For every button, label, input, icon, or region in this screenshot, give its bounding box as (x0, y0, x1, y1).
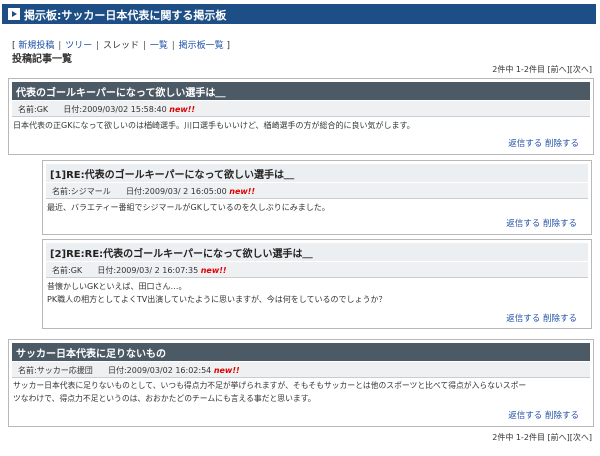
reply-body: 昔懐かしいGKといえば、田口さん…。 PK職人の相方としてよくTV出演していたよ… (47, 280, 585, 306)
new-badge: new!! (169, 105, 196, 114)
reply-body-line: 昔懐かしいGKといえば、田口さん…。 (47, 282, 187, 291)
new-badge: new!! (229, 187, 256, 196)
reply-date: 2009/03/ 2 16:05:00 (144, 187, 227, 196)
menu-list-link[interactable]: 一覧 (150, 41, 168, 51)
new-badge: new!! (200, 266, 227, 275)
name-label: 名前: (18, 105, 37, 114)
post-body-line: サッカー日本代表に足りないものとして、いつも得点力不足が挙げられますが、そもそも… (13, 381, 527, 390)
name-label: 名前: (52, 266, 71, 275)
delete-link[interactable]: 削除する (545, 139, 579, 149)
play-icon (8, 8, 20, 20)
reply-link[interactable]: 返信する (506, 219, 540, 229)
pager-next-link[interactable]: [次へ] (570, 65, 592, 74)
menu-separator: | (96, 41, 100, 51)
menu-bracket-close: ] (226, 41, 231, 51)
reply-card: [2]RE:RE:代表のゴールキーパーになって欲しい選手は＿ 名前:GK 日付:… (42, 239, 592, 329)
reply-author: GK (70, 266, 83, 275)
reply-author: シジマール (70, 187, 111, 196)
post-title-bar: 代表のゴールキーパーになって欲しい選手は＿ (12, 82, 590, 100)
post-title: 代表のゴールキーパーになって欲しい選手は＿ (16, 88, 226, 99)
reply-title-bar: [2]RE:RE:代表のゴールキーパーになって欲しい選手は＿ (46, 243, 588, 261)
new-badge: new!! (213, 366, 240, 375)
reply-body-line: PK職人の相方としてよくTV出演していたように思いますが、今は何をしているのでし… (47, 295, 387, 304)
pager-prev-link[interactable]: [前へ] (548, 65, 570, 74)
reply-meta: 名前:シジマール 日付:2009/03/ 2 16:05:00 new!! (46, 183, 588, 199)
post-title: サッカー日本代表に足りないもの (16, 349, 166, 360)
board-title-bar: 掲示板:サッカー日本代表に関する掲示板 (2, 4, 596, 24)
post-body-line: ツなわけで、得点力不足というのは、おおかたどのチームにも言える事だと思います。 (13, 394, 316, 403)
reply-card: [1]RE:代表のゴールキーパーになって欲しい選手は＿ 名前:シジマール 日付:… (42, 160, 592, 235)
post-body-line: 日本代表の正GKになって欲しいのは楢崎選手。川口選手もいいけど、楢崎選手の方が総… (13, 121, 415, 130)
post-author: サッカー応援団 (36, 366, 93, 375)
reply-body-line: 最近、バラエティー番組でシジマールがGKしているのを久しぶりにみました。 (47, 203, 330, 212)
reply-title-bar: [1]RE:代表のゴールキーパーになって欲しい選手は＿ (46, 164, 588, 182)
date-label: 日付: (97, 266, 117, 275)
date-label: 日付: (63, 105, 83, 114)
reply-link[interactable]: 返信する (508, 139, 542, 149)
post-actions: 返信する 削除する (508, 409, 579, 421)
reply-link[interactable]: 返信する (506, 314, 540, 324)
menu-separator: | (142, 41, 146, 51)
post-card: 代表のゴールキーパーになって欲しい選手は＿ 名前:GK 日付:2009/03/0… (8, 78, 594, 155)
date-label: 日付: (107, 366, 127, 375)
reply-actions: 返信する 削除する (506, 312, 577, 324)
delete-link[interactable]: 削除する (545, 411, 579, 421)
pager-next-link[interactable]: [次へ] (570, 433, 592, 442)
menu-separator: | (171, 41, 175, 51)
post-meta: 名前:サッカー応援団 日付:2009/03/02 16:02:54 new!! (12, 362, 590, 378)
delete-link[interactable]: 削除する (543, 219, 577, 229)
section-title: 投稿記事一覧 (12, 54, 72, 65)
reply-meta: 名前:GK 日付:2009/03/ 2 16:07:35 new!! (46, 262, 588, 278)
post-body: 日本代表の正GKになって欲しいのは楢崎選手。川口選手もいいけど、楢崎選手の方が総… (13, 119, 587, 132)
post-actions: 返信する 削除する (508, 137, 579, 149)
reply-body: 最近、バラエティー番組でシジマールがGKしているのを久しぶりにみました。 (47, 201, 585, 214)
pager-bottom: 2件中 1-2件目 [前へ][次へ] (492, 432, 592, 443)
board-title: 掲示板:サッカー日本代表に関する掲示板 (24, 9, 227, 22)
reply-title: [2]RE:RE:代表のゴールキーパーになって欲しい選手は＿ (50, 249, 313, 260)
delete-link[interactable]: 削除する (543, 314, 577, 324)
pager-status: 2件中 1-2件目 (492, 433, 545, 442)
pager-status: 2件中 1-2件目 (492, 65, 545, 74)
date-label: 日付: (125, 187, 145, 196)
post-author: GK (36, 105, 49, 114)
pager-top: 2件中 1-2件目 [前へ][次へ] (492, 64, 592, 75)
reply-title: [1]RE:代表のゴールキーパーになって欲しい選手は＿ (50, 170, 295, 181)
name-label: 名前: (52, 187, 71, 196)
menu-thread-current: スレッド (103, 41, 140, 51)
reply-date: 2009/03/ 2 16:07:35 (116, 266, 199, 275)
reply-link[interactable]: 返信する (508, 411, 542, 421)
post-date: 2009/03/02 16:02:54 (126, 366, 212, 375)
name-label: 名前: (18, 366, 37, 375)
menu-board-list-link[interactable]: 掲示板一覧 (179, 41, 224, 51)
post-body: サッカー日本代表に足りないものとして、いつも得点力不足が挙げられますが、そもそも… (13, 379, 587, 405)
reply-actions: 返信する 削除する (506, 217, 577, 229)
post-title-bar: サッカー日本代表に足りないもの (12, 343, 590, 361)
post-meta: 名前:GK 日付:2009/03/02 15:58:40 new!! (12, 101, 590, 117)
pager-prev-link[interactable]: [前へ] (548, 433, 570, 442)
post-date: 2009/03/02 15:58:40 (82, 105, 167, 114)
post-card: サッカー日本代表に足りないもの 名前:サッカー応援団 日付:2009/03/02… (8, 339, 594, 427)
